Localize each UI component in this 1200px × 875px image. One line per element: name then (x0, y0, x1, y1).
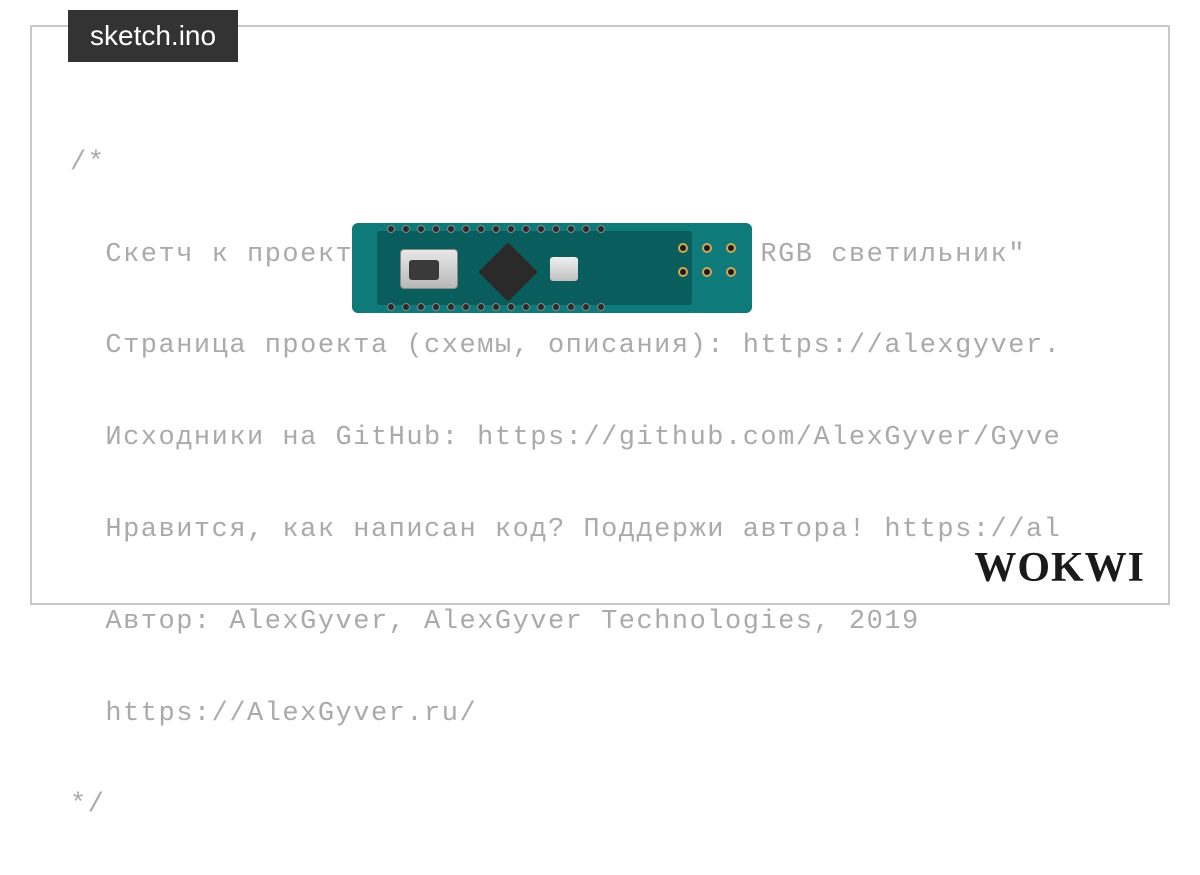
code-line: Страница проекта (схемы, описания): http… (70, 324, 1170, 370)
header-pins-bottom (387, 303, 605, 311)
header-pins-top (387, 225, 605, 233)
code-editor[interactable]: /* Скетч к проекту "Многофункциональный … (70, 95, 1170, 875)
code-line: Исходники на GitHub: https://github.com/… (70, 416, 1170, 462)
isp-header-icon (678, 243, 740, 281)
code-line: */ (70, 783, 1170, 829)
code-line: https://AlexGyver.ru/ (70, 692, 1170, 738)
wokwi-logo: WOKWI (974, 544, 1145, 592)
reset-button-icon (550, 257, 578, 281)
arduino-nano-board[interactable] (352, 223, 752, 313)
code-line: /* (70, 141, 1170, 187)
code-line: Автор: AlexGyver, AlexGyver Technologies… (70, 600, 1170, 646)
usb-connector-icon (400, 249, 458, 289)
file-tab[interactable]: sketch.ino (68, 10, 238, 62)
filename-label: sketch.ino (90, 20, 216, 51)
